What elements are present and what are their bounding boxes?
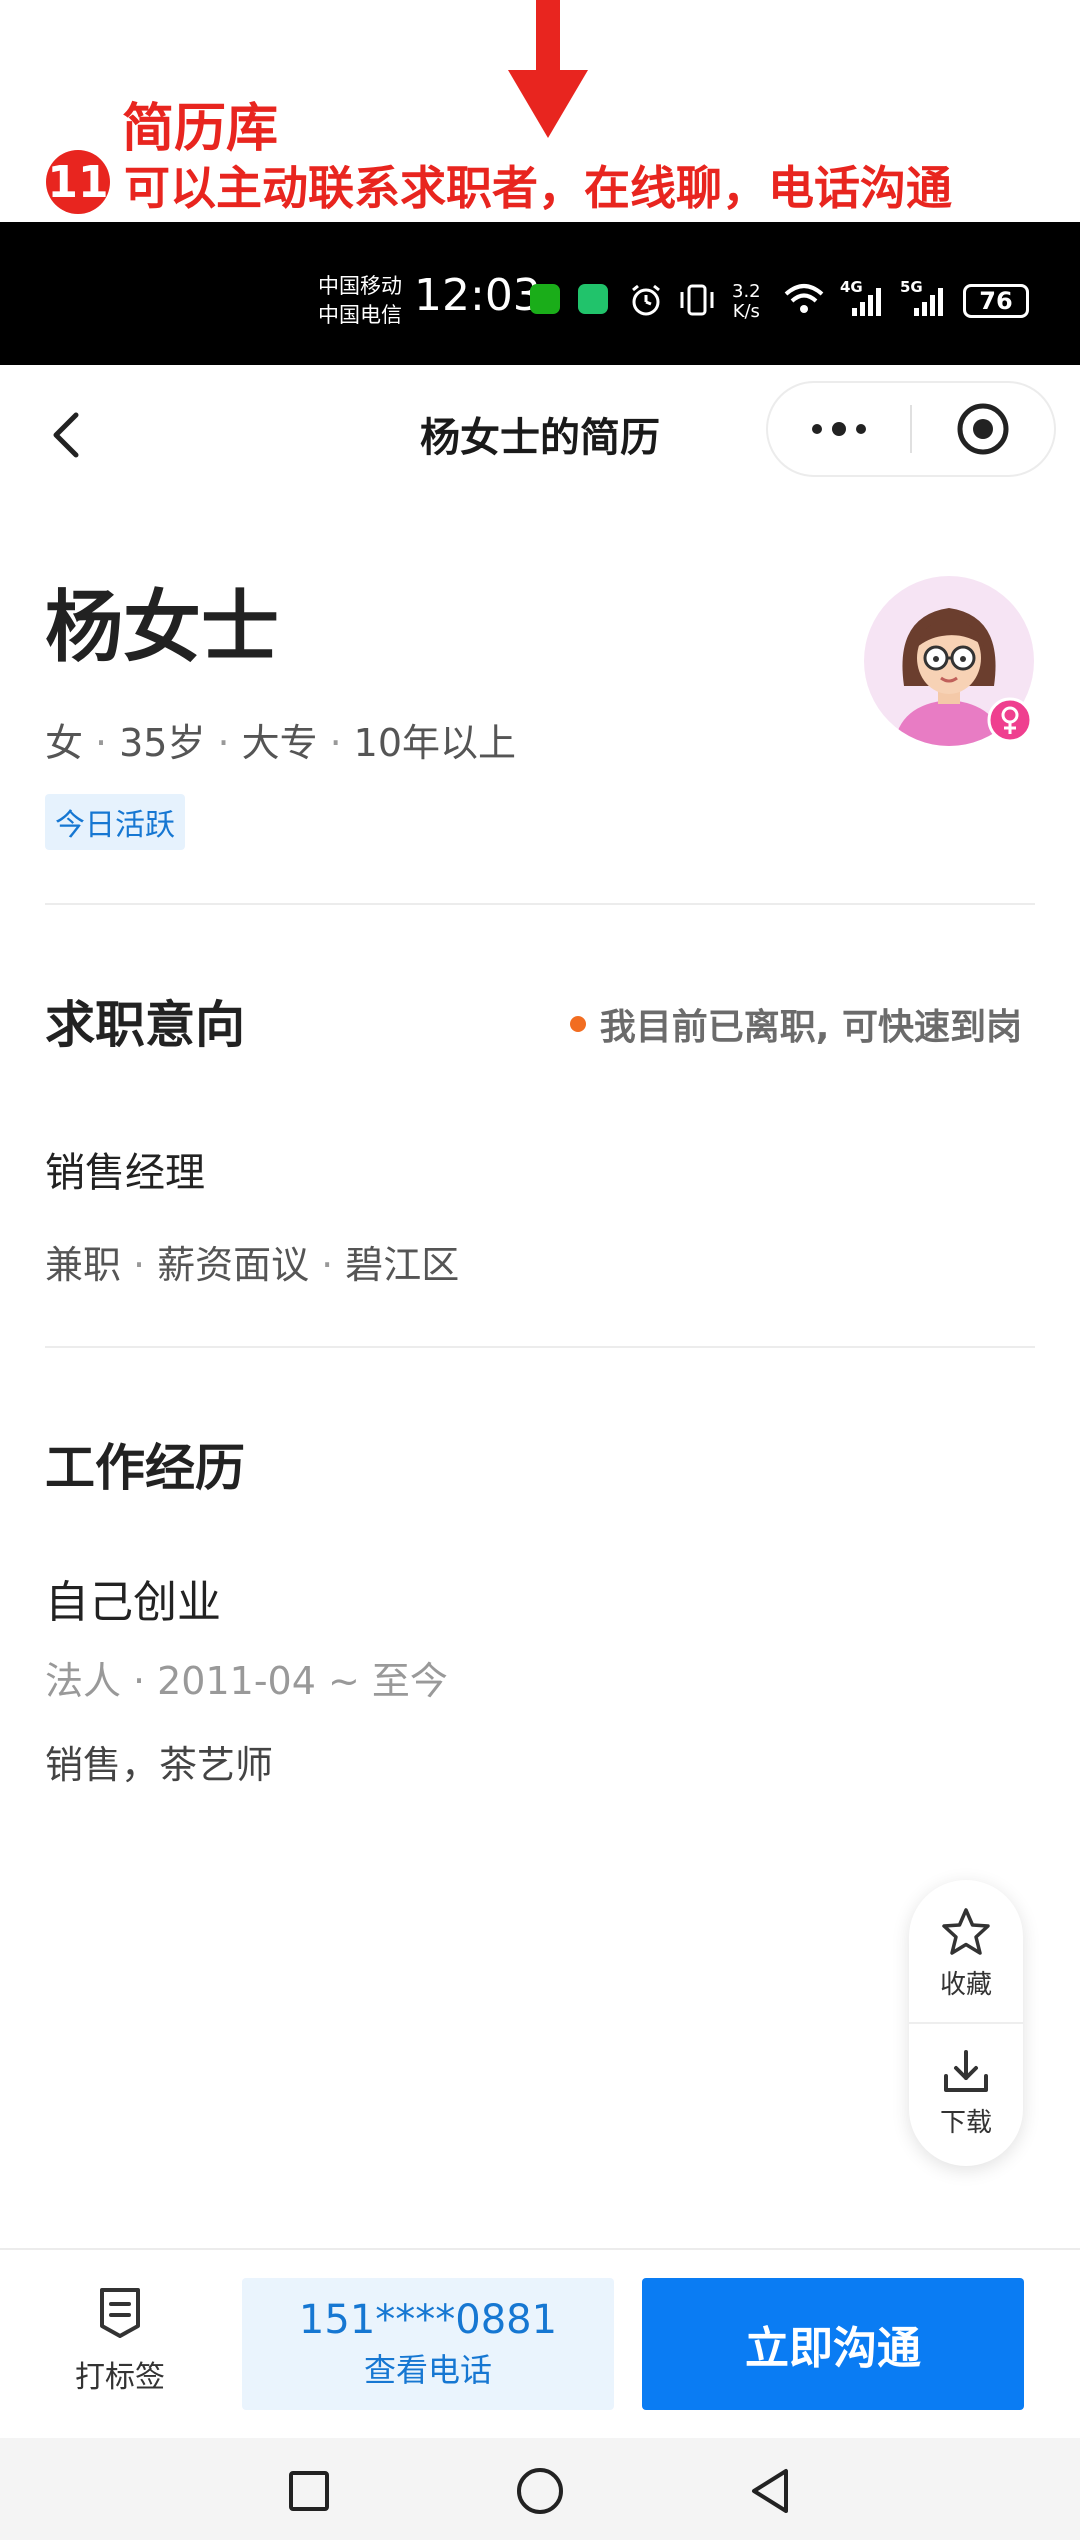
separator: · [133, 1659, 146, 1703]
view-phone-button[interactable]: 151****0881 查看电话 [242, 2278, 614, 2410]
availability-text: 我目前已离职, 可快速到岗 [599, 1007, 1022, 1048]
desired-job-title: 销售经理 [45, 1150, 205, 1196]
experience-period: 2011-04 ~ 至今 [157, 1659, 448, 1703]
annotation-banner: 简历库 11 可以主动联系求职者，在线聊，电话沟通 [0, 0, 1080, 222]
experience-description: 销售，茶艺师 [45, 1743, 274, 1787]
add-tag-label: 打标签 [75, 2360, 165, 2395]
bottom-action-bar: 打标签 151****0881 查看电话 立即沟通 [0, 2248, 1080, 2438]
target-close-icon [957, 403, 1009, 455]
download-label: 下载 [939, 2107, 992, 2138]
experience-role: 法人 [45, 1659, 122, 1703]
wifi-icon [784, 284, 824, 313]
floating-action-panel: 收藏 下载 [909, 1880, 1023, 2166]
desired-job-meta: 兼职 · 薪资面议 · 碧江区 [45, 1234, 459, 1289]
float-divider [909, 2022, 1023, 2024]
section-divider [45, 903, 1035, 905]
favorite-label: 收藏 [939, 1969, 992, 2000]
speed-unit: K/s [732, 301, 760, 322]
separator: · [217, 721, 230, 765]
wechat-icon [530, 284, 560, 314]
work-years: 10年以上 [353, 721, 517, 765]
battery-icon: 76 [963, 284, 1029, 318]
status-bar: 中国移动 中国电信 12:03 3.2 K/s 4G 5G 76 [0, 222, 1080, 365]
app-notification-icon [578, 284, 608, 314]
location: 碧江区 [345, 1243, 460, 1287]
tag-icon [100, 2288, 140, 2338]
carrier-1: 中国移动 [318, 274, 402, 298]
active-today-badge: 今日活跃 [45, 794, 185, 850]
separator: · [321, 1243, 334, 1287]
experience-company: 自己创业 [45, 1577, 221, 1628]
network-speed: 3.2 K/s [732, 282, 761, 322]
carrier-labels: 中国移动 中国电信 [318, 272, 402, 330]
nav-bar: 杨女士的简历 [0, 365, 1080, 495]
more-button[interactable] [768, 383, 910, 475]
candidate-name: 杨女士 [45, 583, 280, 673]
candidate-meta: 女 · 35岁 · 大专 · 10年以上 [45, 712, 516, 767]
star-icon [942, 1907, 990, 1955]
carrier-2: 中国电信 [318, 303, 402, 327]
education: 大专 [241, 721, 318, 765]
job-type: 兼职 [45, 1243, 122, 1287]
salary: 薪资面议 [157, 1243, 310, 1287]
section-divider [45, 1346, 1035, 1348]
clock: 12:03 [414, 270, 541, 321]
back-nav-icon[interactable] [746, 2466, 796, 2516]
view-phone-label: 查看电话 [363, 2351, 492, 2389]
masked-phone-number: 151****0881 [298, 2297, 558, 2343]
separator: · [329, 721, 342, 765]
download-button[interactable]: 下载 [909, 2028, 1023, 2158]
separator: · [133, 1243, 146, 1287]
signal-4g-icon [852, 288, 881, 316]
close-mini-program-button[interactable] [912, 383, 1054, 475]
mini-program-capsule [766, 381, 1056, 477]
experience-section-title: 工作经历 [45, 1439, 245, 1497]
home-icon[interactable] [515, 2466, 565, 2516]
chat-now-button[interactable]: 立即沟通 [642, 2278, 1024, 2410]
screen: 简历库 11 可以主动联系求职者，在线聊，电话沟通 中国移动 中国电信 12:0… [0, 0, 1080, 2540]
age: 35岁 [119, 721, 206, 765]
experience-meta: 法人 · 2011-04 ~ 至今 [45, 1650, 448, 1705]
vibrate-icon [680, 284, 714, 316]
annotation-title: 简历库 [122, 99, 279, 159]
annotation-text: 可以主动联系求职者，在线聊，电话沟通 [124, 161, 952, 215]
speed-value: 3.2 [732, 281, 761, 302]
arrow-down-icon [508, 0, 588, 138]
separator: · [95, 721, 108, 765]
favorite-button[interactable]: 收藏 [909, 1888, 1023, 2018]
intention-section-title: 求职意向 [45, 996, 245, 1054]
annotation-number-badge: 11 [46, 150, 110, 214]
recent-apps-icon[interactable] [284, 2466, 334, 2516]
download-icon [944, 2049, 988, 2092]
alarm-icon [632, 284, 660, 316]
more-dots-icon [812, 422, 866, 436]
add-tag-button[interactable]: 打标签 [60, 2286, 180, 2396]
status-dot-icon [569, 1016, 586, 1032]
system-nav-bar [0, 2438, 1080, 2540]
gender: 女 [45, 721, 84, 765]
female-avatar-icon [864, 576, 1034, 746]
signal-5g-icon [914, 288, 943, 316]
availability-status: 我目前已离职, 可快速到岗 [569, 998, 1022, 1050]
